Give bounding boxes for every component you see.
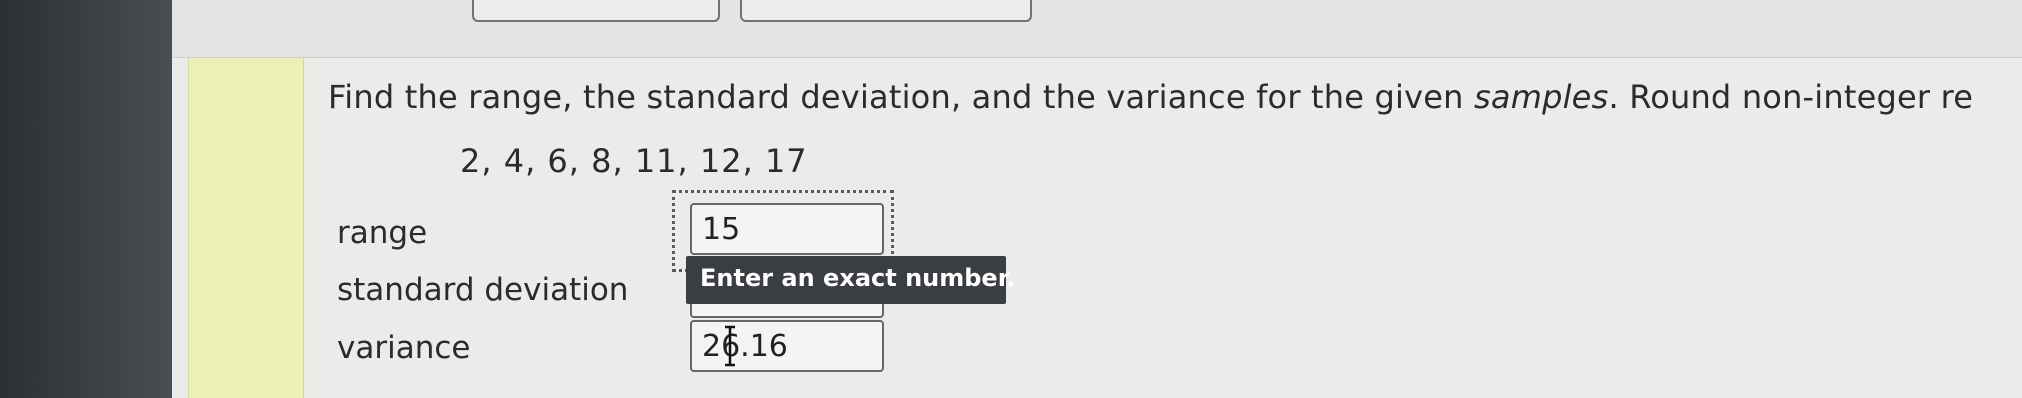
range-label: range [337, 215, 428, 251]
validation-tooltip: Enter an exact number. [686, 256, 1015, 304]
top-toolbar-strip [172, 0, 2022, 58]
sample-values: 2, 4, 6, 8, 11, 12, 17 [460, 142, 808, 180]
variance-input[interactable] [690, 320, 884, 372]
top-button-right[interactable] [740, 0, 1032, 22]
variance-label: variance [337, 330, 471, 366]
question-suffix: . Round non-integer re [1608, 78, 1974, 116]
text-cursor-icon [725, 325, 735, 367]
question-prefix: Find the range, the standard deviation, … [328, 78, 1464, 116]
question-text: Find the range, the standard deviation, … [328, 78, 2022, 116]
question-marker-bar [188, 58, 304, 398]
range-input[interactable] [690, 203, 884, 255]
top-button-left[interactable] [472, 0, 720, 22]
standard-deviation-label: standard deviation [337, 272, 629, 308]
question-card: Find the range, the standard deviation, … [172, 58, 2022, 398]
window-edge [0, 0, 172, 398]
question-emphasis: samples [1474, 78, 1609, 116]
